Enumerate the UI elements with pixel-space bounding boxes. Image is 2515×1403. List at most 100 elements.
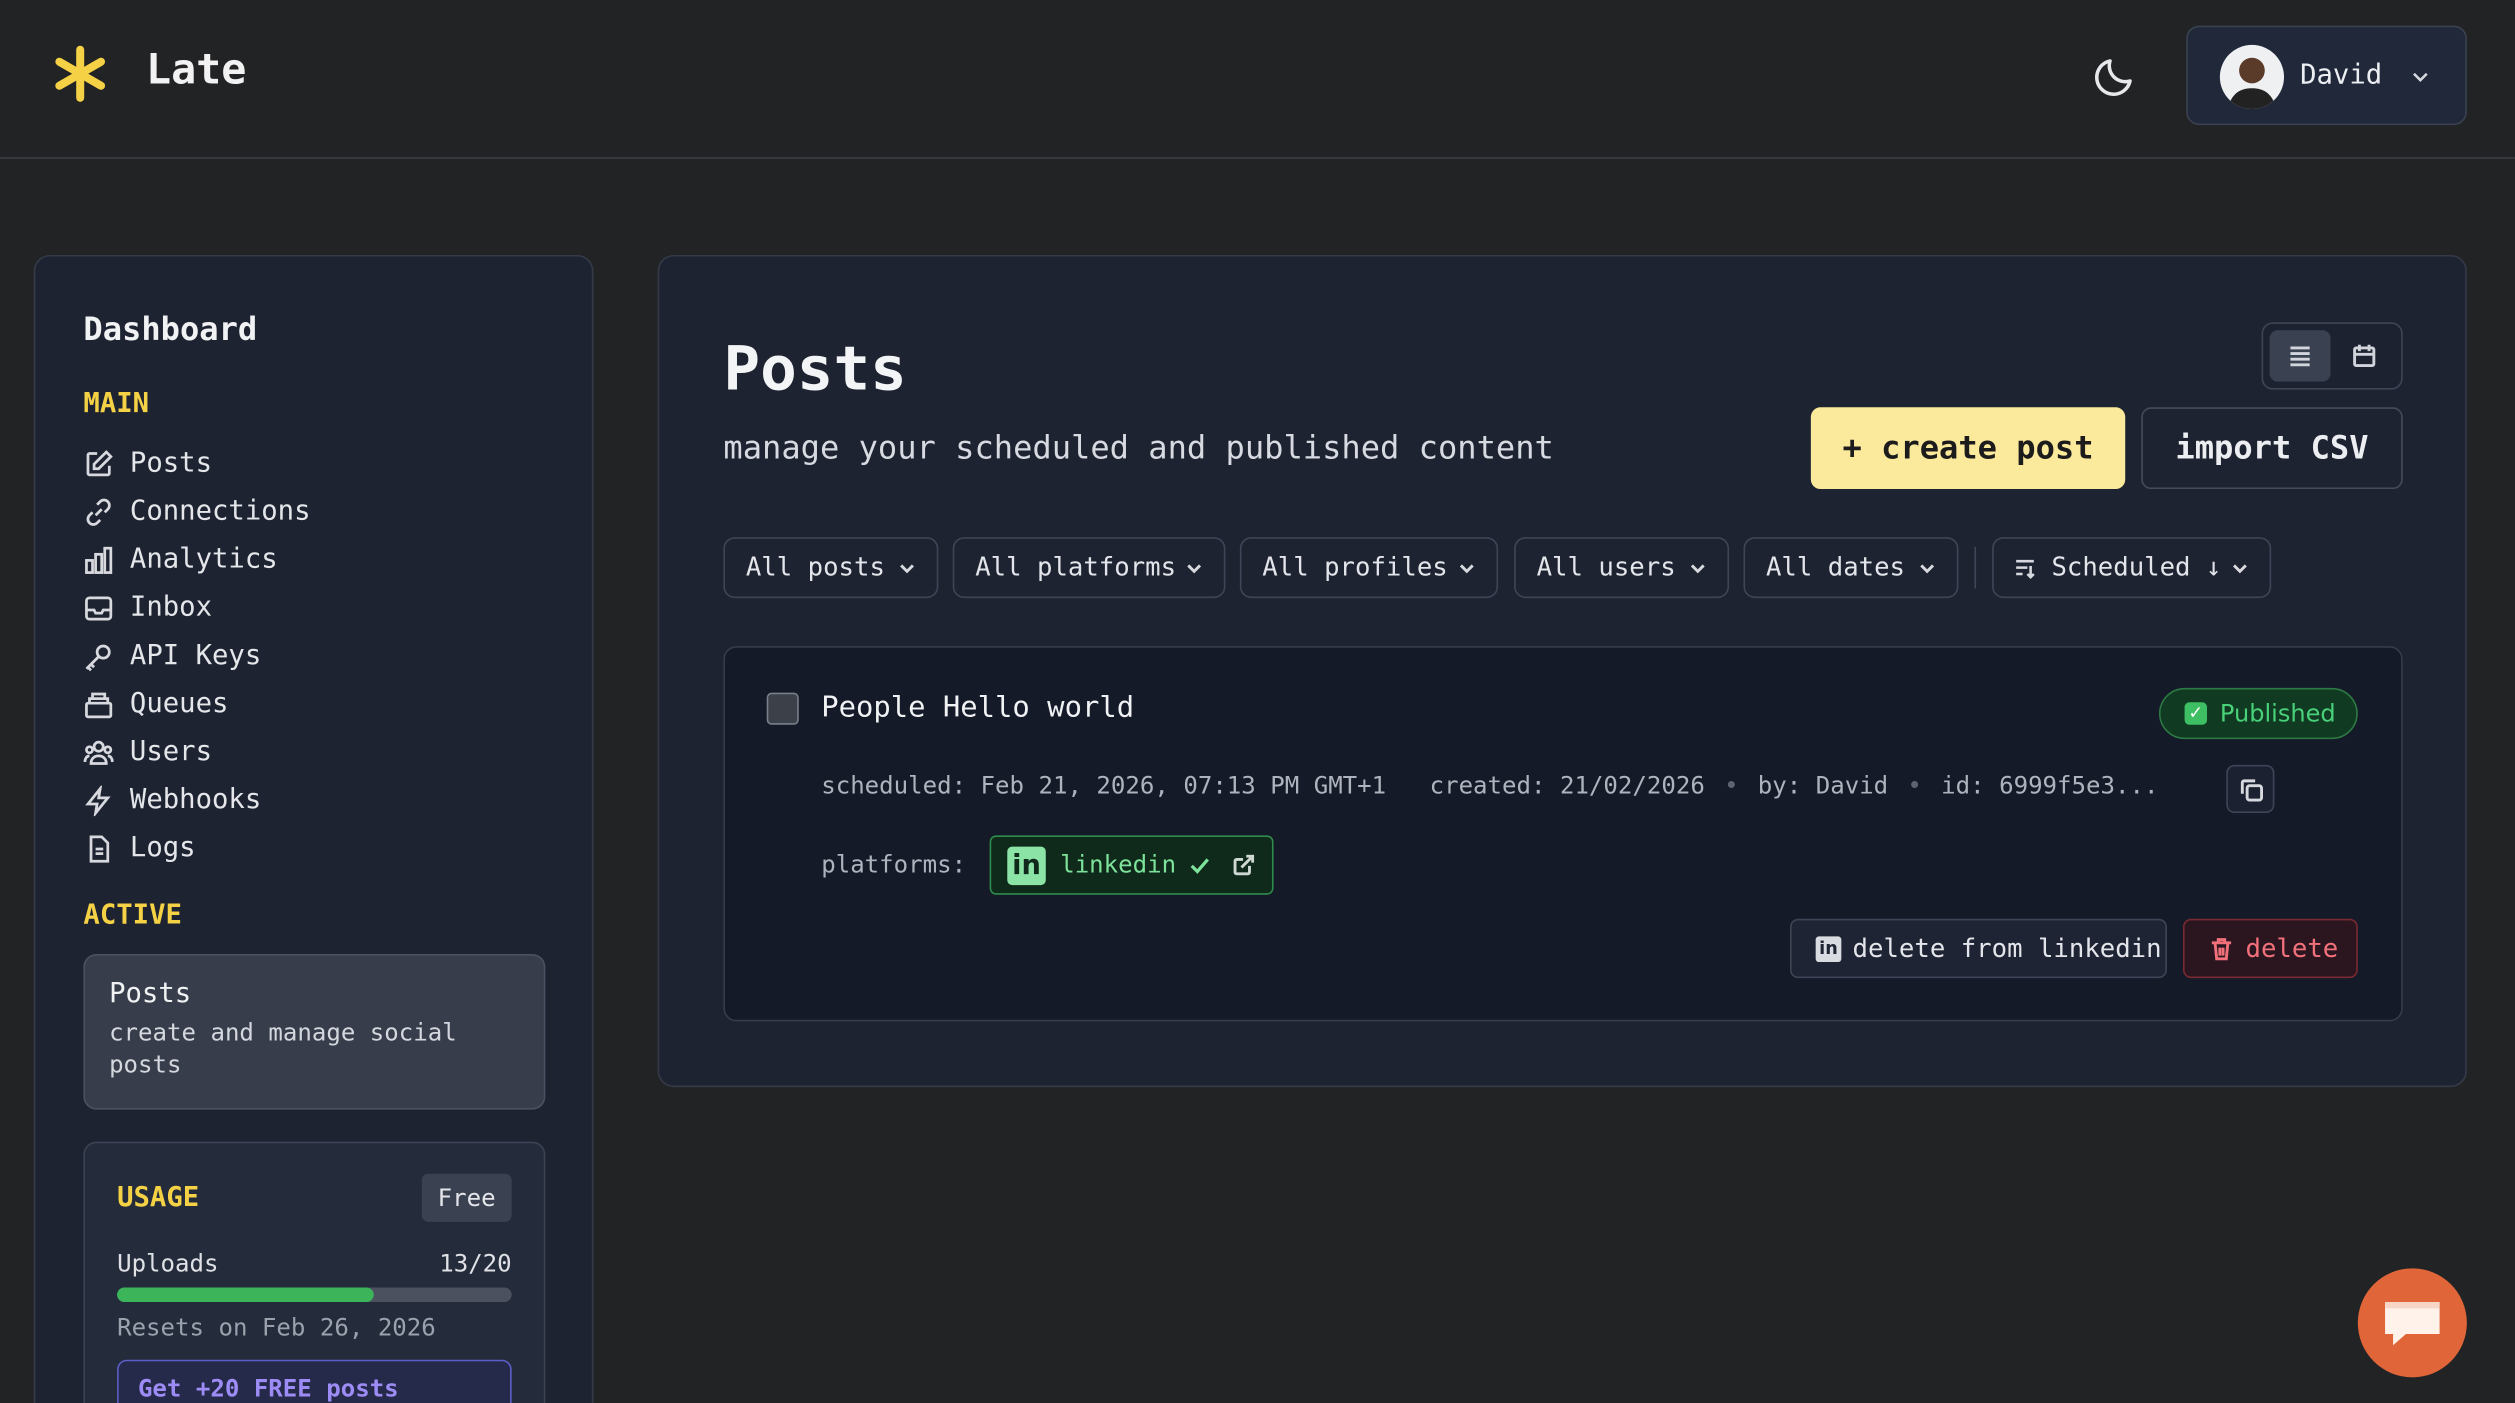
sidebar-item-logs[interactable]: Logs — [83, 824, 564, 872]
post-card: People Hello world ✓ Published scheduled… — [723, 646, 2403, 1022]
asterisk-logo-icon — [55, 45, 106, 102]
post-select-checkbox[interactable] — [766, 692, 799, 725]
separator-dot: • — [1907, 771, 1922, 801]
delete-from-linkedin-button[interactable]: in delete from linkedin — [1790, 918, 2167, 979]
filter-label: All platforms — [975, 551, 1177, 583]
filter-profiles[interactable]: All profiles — [1239, 537, 1499, 599]
import-csv-button[interactable]: import CSV — [2141, 407, 2403, 490]
inbox-icon — [85, 595, 113, 620]
created-date: created: 21/02/2026 — [1429, 771, 1705, 801]
key-icon — [85, 643, 111, 671]
linkedin-icon: in — [1815, 936, 1842, 963]
app-root: Late David Dashboard MAIN Posts Connecti… — [0, 0, 2515, 1403]
platforms-label: platforms: — [821, 849, 967, 879]
page-title: Posts — [723, 333, 907, 405]
moon-icon[interactable] — [2092, 51, 2140, 99]
calendar-view-button[interactable] — [2334, 330, 2395, 381]
platform-chip-linkedin[interactable]: in linkedin — [989, 835, 1274, 895]
filter-platforms[interactable]: All platforms — [952, 537, 1226, 599]
edit-icon — [86, 449, 113, 476]
post-id: id: 6999f5e3... — [1941, 771, 2159, 801]
filter-posts[interactable]: All posts — [723, 537, 939, 599]
chevron-down-icon — [2413, 72, 2428, 82]
sidebar-item-connections[interactable]: Connections — [83, 487, 564, 535]
status-label: Published — [2219, 699, 2336, 728]
sidebar-item-inbox[interactable]: Inbox — [83, 584, 564, 632]
sidebar-item-label: Posts — [129, 447, 213, 480]
sort-label: Scheduled ↓ — [2051, 551, 2222, 583]
zap-icon — [85, 784, 111, 816]
active-card-description: create and manage social posts — [109, 1018, 457, 1080]
sidebar-item-posts[interactable]: Posts — [83, 439, 564, 487]
external-link-icon — [1233, 854, 1255, 876]
promo-label: Get +20 FREE posts — [137, 1374, 399, 1403]
sidebar-item-label: Webhooks — [129, 784, 262, 817]
chevron-down-icon — [2232, 564, 2247, 574]
create-post-button[interactable]: + create post — [1810, 407, 2126, 490]
layers-icon — [85, 691, 113, 718]
sort-icon — [2016, 559, 2035, 579]
filter-users[interactable]: All users — [1514, 537, 1730, 599]
brand-name: Late — [145, 46, 247, 95]
sidebar-item-label: Queues — [129, 687, 229, 720]
linkedin-icon: in — [1007, 846, 1046, 886]
user-menu-button[interactable]: David — [2186, 25, 2467, 126]
view-toggle — [2261, 322, 2403, 390]
avatar — [2219, 44, 2285, 110]
file-icon — [89, 834, 110, 862]
link-icon — [86, 497, 111, 526]
delete-button[interactable]: delete — [2182, 918, 2358, 979]
check-icon — [1190, 858, 1209, 874]
platform-name: linkedin — [1060, 849, 1177, 879]
chevron-down-icon — [1459, 564, 1474, 574]
sidebar: Dashboard MAIN Posts Connections Analyti… — [33, 254, 594, 1403]
scheduled-date: scheduled: Feb 21, 2026, 07:13 PM GMT+1 — [821, 771, 1387, 801]
sidebar-item-users[interactable]: Users — [83, 728, 564, 776]
sidebar-item-analytics[interactable]: Analytics — [83, 536, 564, 584]
top-header: Late David — [0, 0, 2515, 159]
check-box-icon: ✓ — [2184, 702, 2208, 725]
post-author: by: David — [1757, 771, 1889, 801]
user-avatar-icon — [2227, 57, 2277, 110]
chevron-down-icon — [900, 564, 914, 574]
chevron-down-icon — [1920, 564, 1935, 574]
button-label: delete — [2245, 933, 2339, 964]
resets-date: Resets on Feb 26, 2026 — [117, 1313, 436, 1343]
copy-icon — [2240, 779, 2264, 802]
user-name: David — [2300, 59, 2383, 92]
filter-divider — [1974, 546, 1977, 589]
sidebar-item-label: Logs — [129, 832, 196, 865]
filter-dates[interactable]: All dates — [1743, 537, 1959, 599]
sidebar-nav: Posts Connections Analytics Inbox API Ke… — [83, 439, 564, 872]
copy-id-button[interactable] — [2226, 764, 2275, 813]
uploads-count: 13/20 — [439, 1249, 512, 1278]
list-view-button[interactable] — [2269, 330, 2331, 382]
post-meta: scheduled: Feb 21, 2026, 07:13 PM GMT+1 … — [821, 771, 2158, 800]
active-card-title: Posts — [109, 978, 192, 1011]
uploads-progress-fill — [117, 1287, 374, 1302]
sidebar-item-label: Analytics — [129, 543, 278, 576]
status-badge: ✓ Published — [2158, 687, 2358, 740]
section-label-main: MAIN — [83, 388, 150, 421]
sidebar-item-api-keys[interactable]: API Keys — [83, 632, 564, 680]
usage-card: USAGE Free Uploads 13/20 Resets on Feb 2… — [83, 1141, 546, 1403]
button-label: delete from linkedin — [1852, 933, 2162, 964]
active-page-card[interactable]: Posts create and manage social posts — [83, 954, 546, 1110]
promo-button[interactable]: Get +20 FREE posts — [117, 1359, 512, 1403]
page-subtitle: manage your scheduled and published cont… — [723, 428, 1554, 467]
chat-bubble-icon — [2385, 1301, 2440, 1346]
sidebar-item-label: Users — [129, 735, 213, 769]
sort-dropdown[interactable]: Scheduled ↓ — [1992, 537, 2272, 599]
filter-label: All users — [1536, 551, 1676, 583]
chevron-down-icon — [1187, 564, 1202, 574]
sidebar-item-queues[interactable]: Queues — [83, 680, 564, 728]
trash-icon — [2211, 938, 2232, 961]
post-title: People Hello world — [821, 691, 1135, 725]
filter-label: All posts — [745, 551, 885, 583]
uploads-progress-bar — [117, 1287, 512, 1302]
sidebar-item-label: API Keys — [129, 639, 262, 672]
filter-label: All profiles — [1262, 551, 1448, 583]
users-icon — [83, 739, 114, 765]
sidebar-item-webhooks[interactable]: Webhooks — [83, 776, 564, 824]
chat-launcher-button[interactable] — [2357, 1268, 2467, 1378]
